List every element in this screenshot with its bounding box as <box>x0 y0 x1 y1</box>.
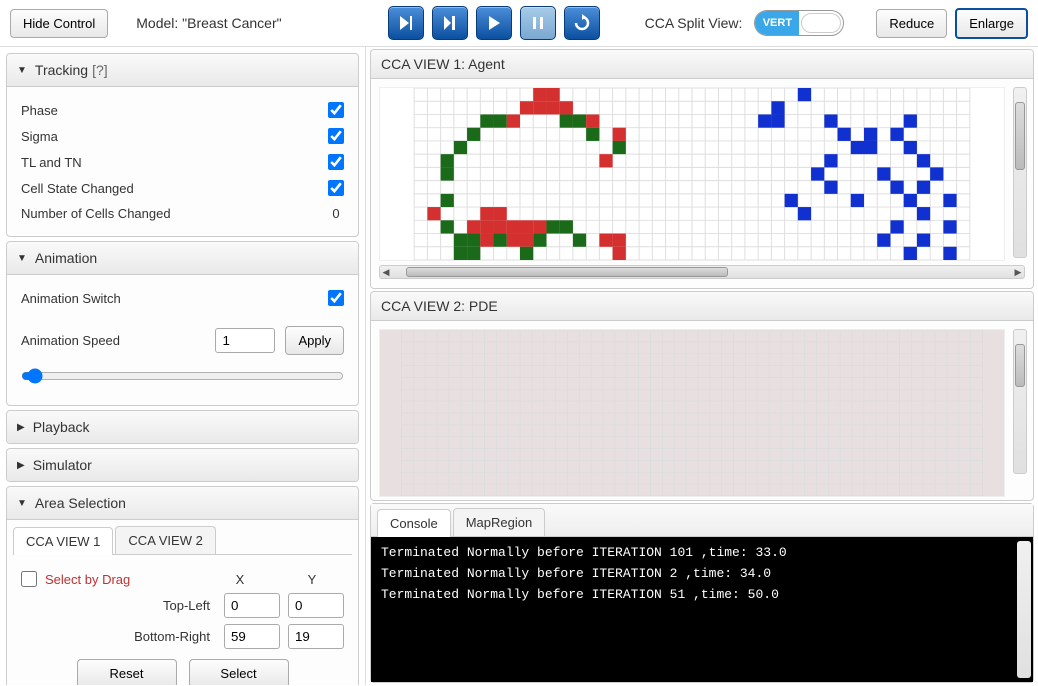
playback-panel: ▶ Playback <box>6 410 359 444</box>
chevron-down-icon: ▼ <box>17 498 27 509</box>
animation-speed-label: Animation Speed <box>21 333 205 348</box>
chevron-right-icon: ▶ <box>17 460 25 471</box>
playback-header[interactable]: ▶ Playback <box>7 411 358 443</box>
play-button[interactable] <box>476 6 512 40</box>
console-line: Terminated Normally before ITERATION 101… <box>381 543 1023 564</box>
tab-mapregion[interactable]: MapRegion <box>453 508 546 536</box>
tracking-item-checkbox[interactable] <box>328 102 344 118</box>
console-output[interactable]: Terminated Normally before ITERATION 101… <box>371 537 1033 682</box>
top-left-x-input[interactable] <box>224 593 280 618</box>
animation-switch-checkbox[interactable] <box>328 290 344 306</box>
animation-header[interactable]: ▼ Animation <box>7 242 358 275</box>
view1-vscroll[interactable] <box>1013 87 1027 258</box>
tracking-item-checkbox[interactable] <box>328 154 344 170</box>
animation-speed-slider[interactable] <box>21 368 344 384</box>
cells-changed-label: Number of Cells Changed <box>21 206 328 221</box>
animation-switch-label: Animation Switch <box>21 291 328 306</box>
view2-vscroll[interactable] <box>1013 329 1027 474</box>
top-left-y-input[interactable] <box>288 593 344 618</box>
tracking-item-label: Cell State Changed <box>21 181 328 196</box>
tracking-item-checkbox[interactable] <box>328 180 344 196</box>
agent-grid[interactable] <box>379 87 1005 261</box>
view1-hscroll[interactable]: ◀▶ <box>379 265 1025 279</box>
tab-console[interactable]: Console <box>377 509 451 537</box>
simulator-title: Simulator <box>33 457 92 473</box>
enlarge-button[interactable]: Enlarge <box>955 8 1028 39</box>
reset-button[interactable]: Reset <box>77 659 177 685</box>
tracking-item-label: Sigma <box>21 129 328 144</box>
chevron-right-icon: ▶ <box>17 422 25 433</box>
area-selection-panel: ▼ Area Selection CCA VIEW 1 CCA VIEW 2 S… <box>6 486 359 685</box>
apply-button[interactable]: Apply <box>285 326 344 355</box>
reload-button[interactable] <box>564 6 600 40</box>
cca-view-2-panel: CCA VIEW 2: PDE ◀▶ <box>370 291 1034 501</box>
content-area: CCA VIEW 1: Agent ◀▶ CCA VIEW 2: PDE ◀▶ <box>366 47 1038 685</box>
animation-panel: ▼ Animation Animation Switch Animation S… <box>6 241 359 406</box>
simulator-header[interactable]: ▶ Simulator <box>7 449 358 481</box>
toggle-vert-label: VERT <box>755 11 799 35</box>
pause-button[interactable] <box>520 6 556 40</box>
x-header: X <box>208 572 272 587</box>
hide-control-button[interactable]: Hide Control <box>10 9 108 38</box>
tab-cca-view-2[interactable]: CCA VIEW 2 <box>115 526 215 554</box>
tab-cca-view-1[interactable]: CCA VIEW 1 <box>13 527 113 555</box>
console-panel: Console MapRegion Terminated Normally be… <box>370 503 1034 683</box>
pde-grid[interactable] <box>379 329 1005 497</box>
topbar: Hide Control Model: "Breast Cancer" CCA … <box>0 0 1038 47</box>
tracking-item-checkbox[interactable] <box>328 128 344 144</box>
top-left-label: Top-Left <box>21 598 216 613</box>
bottom-right-y-input[interactable] <box>288 624 344 649</box>
cca-view-1-panel: CCA VIEW 1: Agent ◀▶ <box>370 49 1034 289</box>
cca-view-2-title: CCA VIEW 2: PDE <box>371 292 1033 321</box>
console-line: Terminated Normally before ITERATION 51 … <box>381 585 1023 606</box>
bottom-right-label: Bottom-Right <box>21 629 216 644</box>
split-view-label: CCA Split View: <box>645 15 743 31</box>
step-forward-button[interactable] <box>388 6 424 40</box>
area-selection-header[interactable]: ▼ Area Selection <box>7 487 358 520</box>
reduce-button[interactable]: Reduce <box>876 9 947 38</box>
select-button[interactable]: Select <box>189 659 289 685</box>
sidebar: ▼ Tracking [?] Phase Sigma TL and TN Cell S… <box>0 47 366 685</box>
tracking-header[interactable]: ▼ Tracking [?] <box>7 54 358 87</box>
model-label: Model: "Breast Cancer" <box>136 15 281 31</box>
animation-speed-input[interactable] <box>215 328 275 353</box>
animation-title: Animation <box>35 250 97 266</box>
chevron-down-icon: ▼ <box>17 65 27 76</box>
bottom-right-x-input[interactable] <box>224 624 280 649</box>
tracking-panel: ▼ Tracking [?] Phase Sigma TL and TN Cell S… <box>6 53 359 237</box>
chevron-down-icon: ▼ <box>17 253 27 264</box>
area-selection-title: Area Selection <box>35 495 126 511</box>
skip-forward-button[interactable] <box>432 6 468 40</box>
split-view-toggle[interactable]: VERT <box>754 10 844 36</box>
console-line: Terminated Normally before ITERATION 2 ,… <box>381 564 1023 585</box>
console-vscroll[interactable] <box>1017 541 1031 678</box>
tracking-title: Tracking <box>35 62 88 78</box>
simulator-panel: ▶ Simulator <box>6 448 359 482</box>
y-header: Y <box>280 572 344 587</box>
cells-changed-value: 0 <box>328 206 344 221</box>
playback-title: Playback <box>33 419 90 435</box>
tracking-item-label: TL and TN <box>21 155 328 170</box>
toggle-knob <box>801 13 841 33</box>
select-by-drag-checkbox[interactable] <box>21 571 37 587</box>
tracking-help[interactable]: [?] <box>92 62 108 78</box>
select-by-drag-label: Select by Drag <box>45 572 130 587</box>
tracking-item-label: Phase <box>21 103 328 118</box>
cca-view-1-title: CCA VIEW 1: Agent <box>371 50 1033 79</box>
